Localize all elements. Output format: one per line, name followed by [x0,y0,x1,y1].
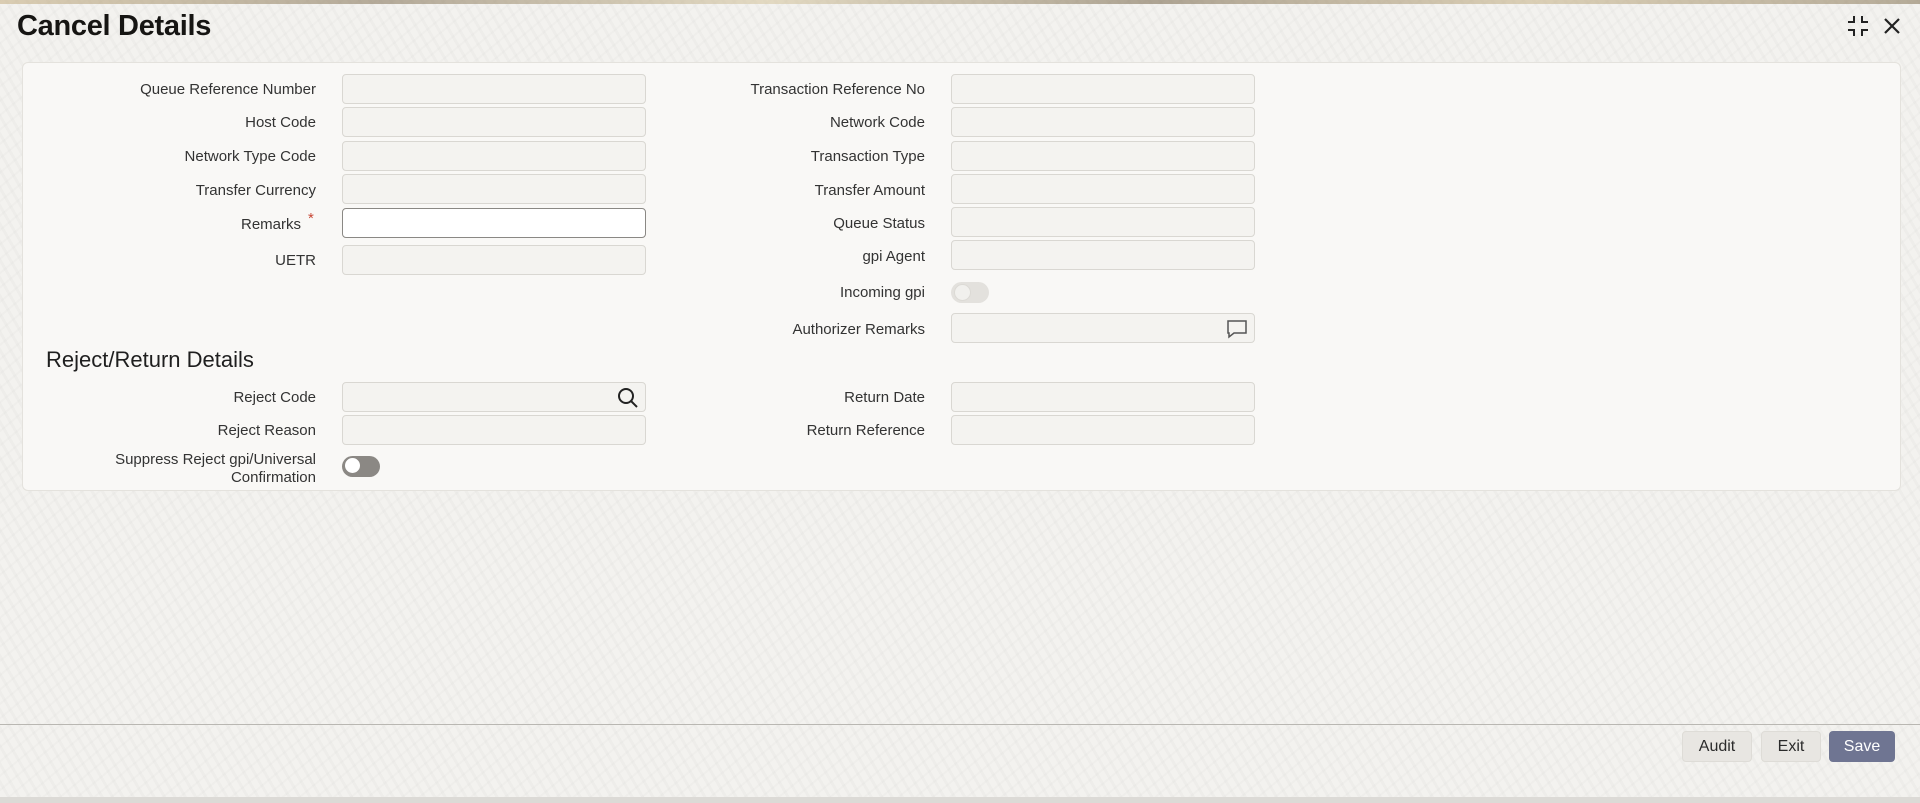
comment-icon[interactable] [1226,318,1248,340]
suppress-reject-label-line2: Confirmation [230,469,316,486]
section-heading: Reject/Return Details [46,347,254,372]
host-code-label: Host Code [245,114,316,131]
transfer-amount-label: Transfer Amount [814,182,925,199]
gpi-agent-field[interactable] [951,240,1255,270]
fullscreen-exit-icon[interactable] [1846,14,1870,38]
queue-status-label: Queue Status [833,215,925,232]
return-reference-field[interactable] [951,415,1255,445]
close-icon[interactable] [1880,14,1904,38]
suppress-reject-label-line1: Suppress Reject gpi/Universal [115,451,316,468]
required-marker: * [308,210,314,227]
incoming-gpi-toggle[interactable] [951,282,989,303]
host-code-field[interactable] [342,107,646,137]
return-date-field[interactable] [951,382,1255,412]
page-title: Cancel Details [17,10,212,42]
queue-reference-number-field[interactable] [342,74,646,104]
remarks-label: Remarks [240,216,301,233]
reject-code-field[interactable] [342,382,646,412]
exit-button[interactable]: Exit [1761,731,1821,762]
network-code-label: Network Code [829,114,925,131]
network-type-code-label: Network Type Code [184,148,316,165]
reject-code-label: Reject Code [233,389,316,406]
audit-button[interactable]: Audit [1682,731,1752,762]
transaction-type-label: Transaction Type [810,148,925,165]
gpi-agent-label: gpi Agent [862,248,925,265]
authorizer-remarks-label: Authorizer Remarks [792,321,925,338]
window-controls [1846,14,1904,38]
network-code-field[interactable] [951,107,1255,137]
uetr-label: UETR [275,252,316,269]
transaction-reference-no-field[interactable] [951,74,1255,104]
bottom-bar [0,797,1920,803]
incoming-gpi-label: Incoming gpi [839,284,925,301]
return-date-label: Return Date [844,389,925,406]
network-type-code-field[interactable] [342,141,646,171]
transaction-reference-no-label: Transaction Reference No [750,81,925,98]
queue-reference-number-label: Queue Reference Number [140,81,316,98]
suppress-reject-label: Suppress Reject gpi/Universal Confirmati… [115,451,316,487]
save-button[interactable]: Save [1829,731,1895,762]
header-decoration [0,0,1920,4]
suppress-reject-toggle[interactable] [342,456,380,477]
return-reference-label: Return Reference [806,422,925,439]
reject-reason-field[interactable] [342,415,646,445]
footer-divider [0,724,1920,725]
queue-status-field[interactable] [951,207,1255,237]
transfer-amount-field[interactable] [951,174,1255,204]
transfer-currency-label: Transfer Currency [195,182,316,199]
uetr-field[interactable] [342,245,646,275]
reject-reason-label: Reject Reason [217,422,316,439]
transaction-type-field[interactable] [951,141,1255,171]
authorizer-remarks-field[interactable] [951,313,1255,343]
transfer-currency-field[interactable] [342,174,646,204]
remarks-field[interactable] [342,208,646,238]
search-icon[interactable] [617,387,639,409]
